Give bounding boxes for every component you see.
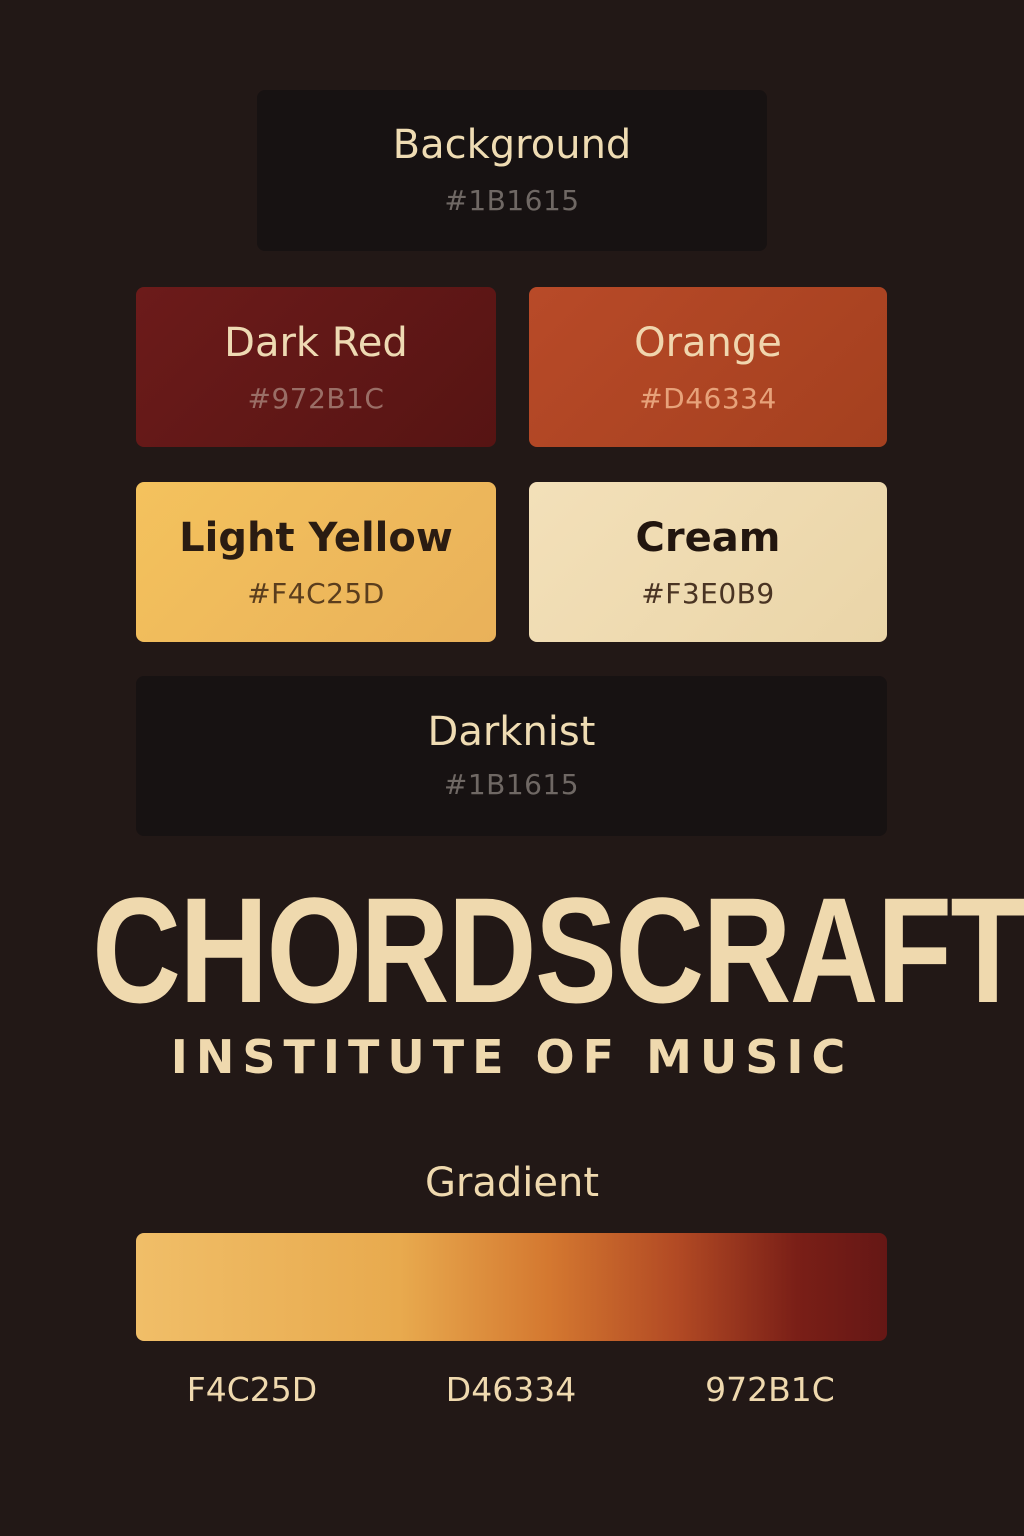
- swatch-hex: #D46334: [639, 382, 777, 415]
- gradient-title: Gradient: [424, 1160, 600, 1206]
- swatch-name: Background: [392, 122, 632, 168]
- swatch-hex: #F3E0B9: [641, 577, 775, 610]
- gradient-stop-label: D46334: [445, 1370, 577, 1409]
- brand-subtitle: INSTITUTE OF MUSIC: [170, 1030, 854, 1084]
- swatch-light-yellow: Light Yellow #F4C25D: [136, 482, 496, 642]
- swatch-hex: #972B1C: [247, 382, 385, 415]
- gradient-stop-label: 972B1C: [705, 1370, 835, 1409]
- swatch-orange: Orange #D46334: [529, 287, 887, 447]
- swatch-name: Cream: [635, 515, 781, 561]
- swatch-darknist: Darknist #1B1615: [136, 676, 887, 836]
- gradient-bar: [136, 1233, 887, 1341]
- gradient-stop-label: F4C25D: [186, 1370, 318, 1409]
- swatch-name: Darknist: [427, 709, 596, 755]
- swatch-name: Orange: [634, 320, 782, 366]
- brand-wordmark: CHORDSCRAFT: [92, 866, 1024, 1034]
- swatch-name: Dark Red: [224, 320, 408, 366]
- swatch-cream: Cream #F3E0B9: [529, 482, 887, 642]
- swatch-name: Light Yellow: [179, 515, 453, 561]
- swatch-background: Background #1B1615: [257, 90, 767, 251]
- swatch-hex: #1B1615: [443, 768, 580, 801]
- swatch-dark-red: Dark Red #972B1C: [136, 287, 496, 447]
- swatch-hex: #1B1615: [444, 184, 580, 217]
- swatch-hex: #F4C25D: [247, 577, 385, 610]
